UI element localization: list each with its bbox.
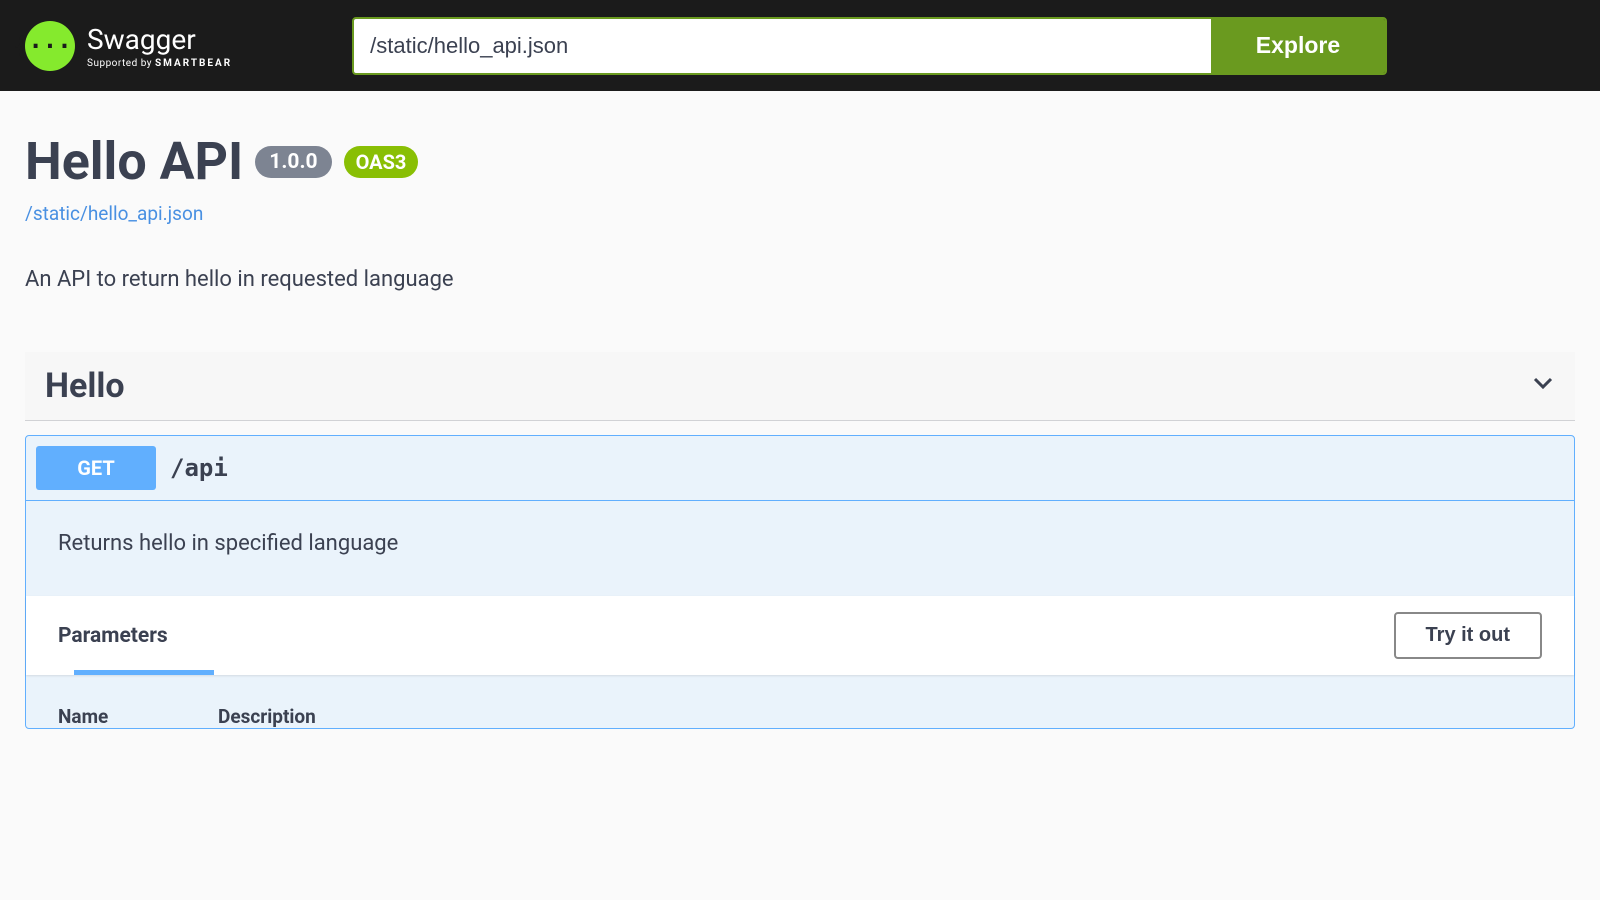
api-title-row: Hello API 1.0.0 OAS3 bbox=[25, 131, 1575, 192]
api-description: An API to return hello in requested lang… bbox=[25, 267, 1575, 292]
explore-button[interactable]: Explore bbox=[1211, 19, 1385, 73]
logo-main-text: Swagger bbox=[87, 23, 232, 56]
spec-url-input[interactable] bbox=[354, 19, 1211, 73]
operation-get-api: GET /api Returns hello in specified lang… bbox=[25, 435, 1575, 729]
column-name: Name bbox=[58, 705, 218, 728]
swagger-logo[interactable]: {···} Swagger Supported by SMARTBEAR bbox=[25, 21, 232, 71]
topbar: {···} Swagger Supported by SMARTBEAR Exp… bbox=[0, 0, 1600, 91]
swagger-logo-text: Swagger Supported by SMARTBEAR bbox=[87, 23, 232, 69]
logo-sub-prefix: Supported by bbox=[87, 58, 155, 69]
tag-name: Hello bbox=[45, 366, 125, 406]
spec-url-wrapper: Explore bbox=[352, 17, 1387, 75]
logo-sub-text: Supported by SMARTBEAR bbox=[87, 58, 232, 69]
operation-path: /api bbox=[170, 454, 228, 482]
parameters-header-bar: Parameters Try it out bbox=[26, 596, 1574, 675]
tag-header-hello[interactable]: Hello bbox=[25, 352, 1575, 421]
chevron-down-icon bbox=[1531, 371, 1555, 401]
parameters-tab-underline bbox=[74, 670, 214, 675]
spec-url-link[interactable]: /static/hello_api.json bbox=[25, 202, 203, 225]
column-description: Description bbox=[218, 705, 1542, 728]
try-it-out-button[interactable]: Try it out bbox=[1394, 612, 1542, 659]
parameters-title: Parameters bbox=[58, 624, 168, 648]
operation-description: Returns hello in specified language bbox=[26, 501, 1574, 596]
oas-badge: OAS3 bbox=[344, 146, 419, 178]
swagger-logo-icon: {···} bbox=[25, 21, 75, 71]
version-badge: 1.0.0 bbox=[255, 146, 331, 178]
api-title: Hello API bbox=[25, 131, 243, 192]
parameters-table-header: Name Description bbox=[58, 705, 1542, 728]
logo-sub-bold: SMARTBEAR bbox=[155, 58, 232, 69]
main-content: Hello API 1.0.0 OAS3 /static/hello_api.j… bbox=[0, 91, 1600, 729]
parameters-table: Name Description bbox=[26, 675, 1574, 728]
method-badge-get: GET bbox=[36, 446, 156, 490]
operation-summary[interactable]: GET /api bbox=[26, 436, 1574, 501]
